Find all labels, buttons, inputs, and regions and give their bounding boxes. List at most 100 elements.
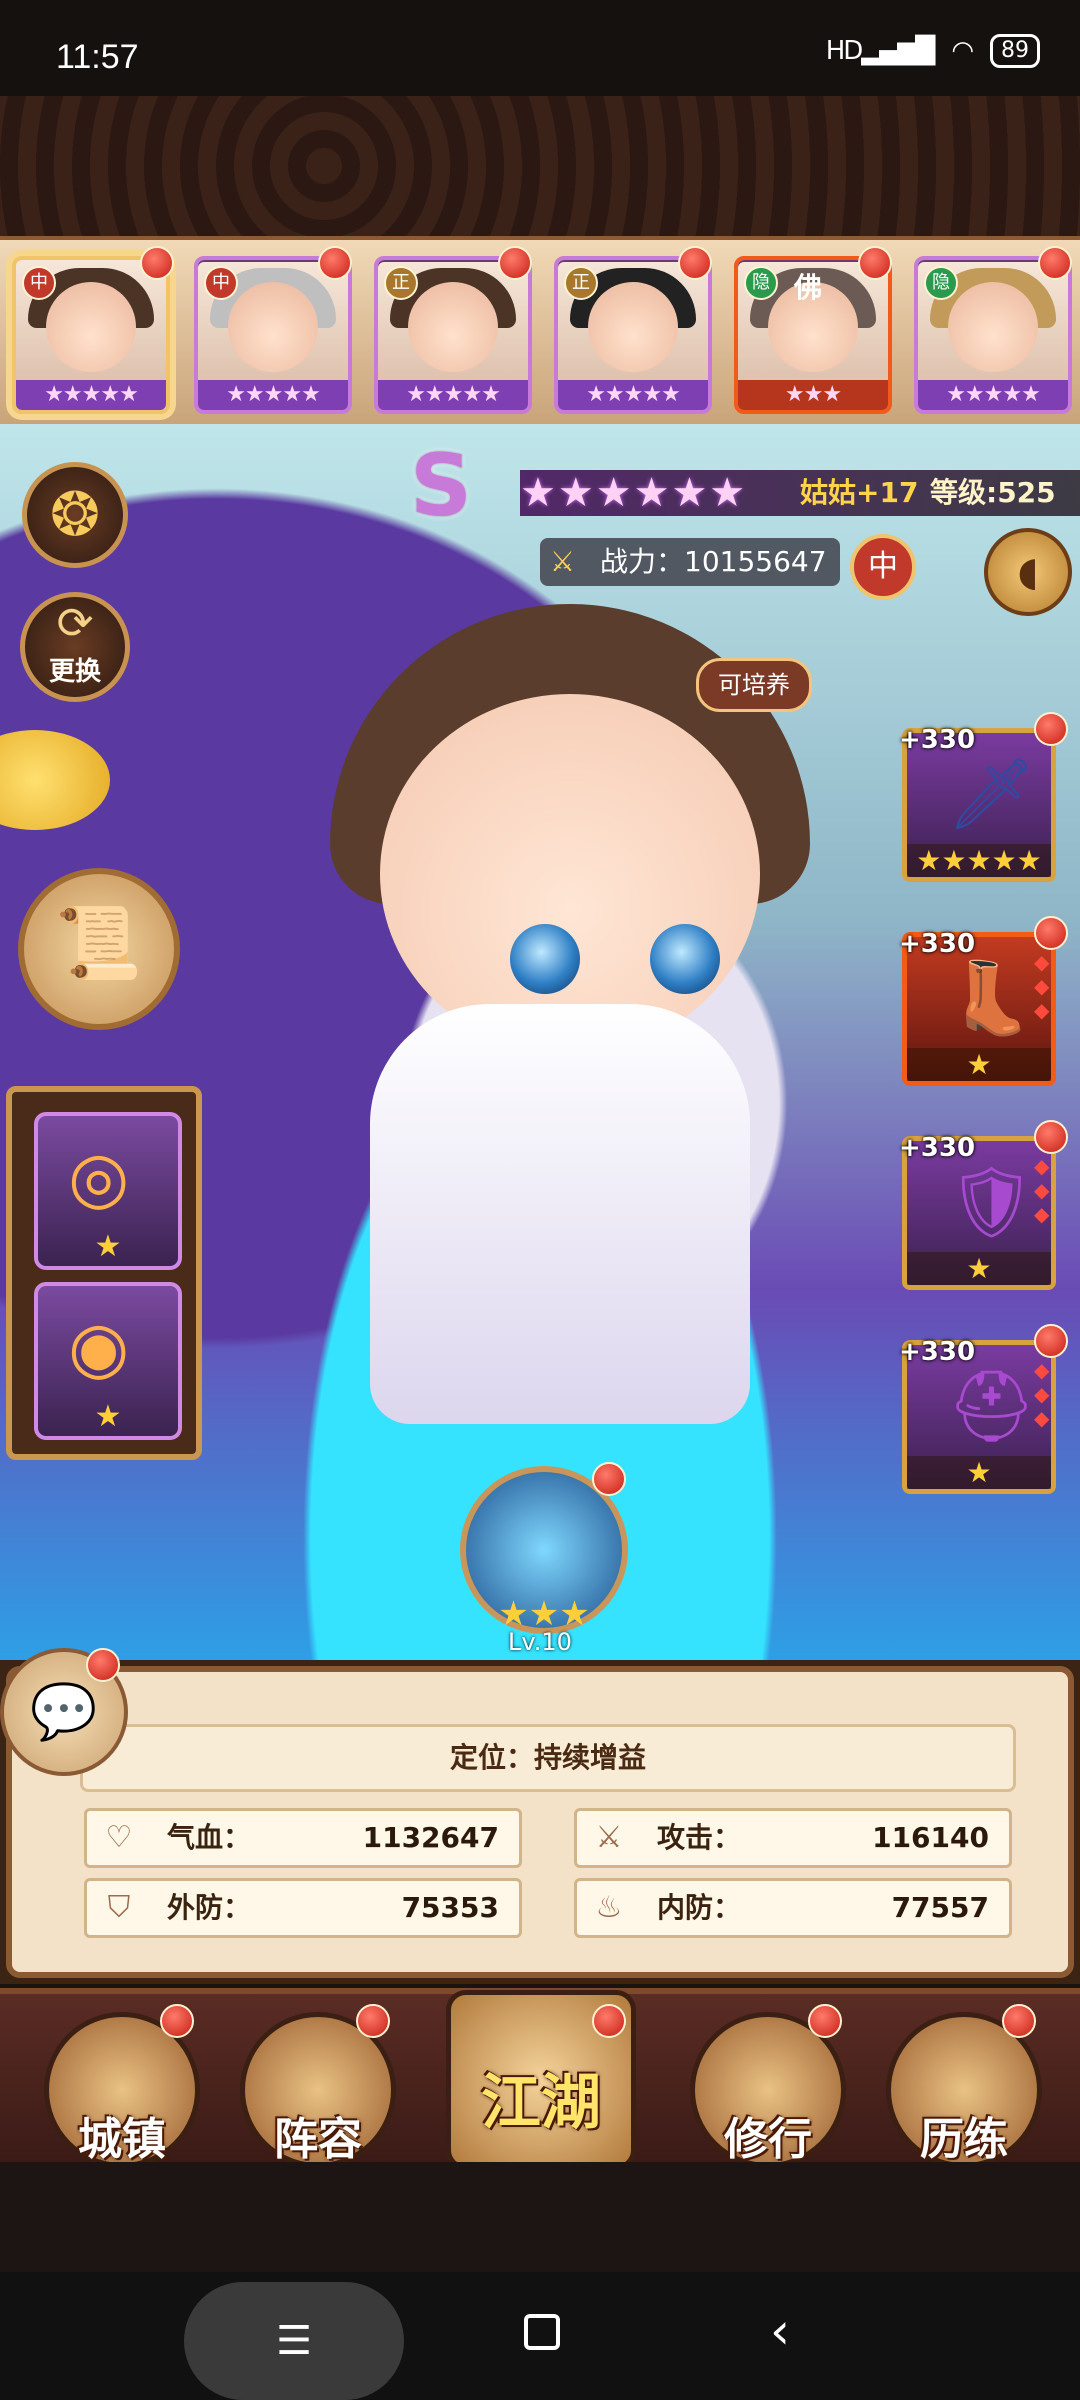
- attack-icon: ⚔: [595, 1820, 623, 1855]
- heart-icon: ♡: [105, 1820, 133, 1855]
- hero-card[interactable]: 正 ★★★★★: [554, 256, 712, 414]
- hero-portrait: [228, 282, 318, 372]
- equip-slot-boots[interactable]: 👢 +330 ★: [899, 929, 1056, 1086]
- faction-badge: 隐: [744, 266, 778, 300]
- hero-portrait: [408, 282, 498, 372]
- skill-level: Lv.10: [508, 1628, 572, 1656]
- combat-power: ⚔ 战力：10155647: [540, 538, 840, 586]
- system-navigation-bar: ☰ ‹: [0, 2272, 1080, 2400]
- trainable-button[interactable]: 可培养: [696, 658, 812, 712]
- hero-stars: ★★★★★: [558, 380, 708, 410]
- signal-icon: HD▂▄▆█: [825, 36, 936, 66]
- voice-button[interactable]: ◖: [984, 528, 1072, 616]
- hero-stars: ★★★★★: [198, 380, 348, 410]
- hero-roster: 中 ★★★★★ 中 ★★★★★ 正 ★★★★★ 正 ★★★★★ 隐 佛 ★★★ …: [0, 236, 1080, 428]
- notification-dot: [1038, 246, 1072, 280]
- shield-icon: ⛉: [107, 1890, 131, 1925]
- crossed-swords-icon: ⚔: [550, 545, 576, 578]
- status-bar: 11:57 HD▂▄▆█ ◠ 89: [0, 0, 1080, 96]
- switch-label: 更换: [48, 657, 101, 687]
- stat-hp: ♡ 气血： 1132647: [84, 1808, 522, 1868]
- gem-indicators: ◆ ◆ ◆: [1034, 1358, 1050, 1430]
- treasure-slot-amulet[interactable]: ◉ ★: [34, 1282, 182, 1440]
- sword-icon: 🗡: [947, 753, 1036, 835]
- hero-card[interactable]: 中 ★★★★★: [12, 256, 170, 414]
- stat-outer-defense: ⛉ 外防： 75353: [84, 1878, 522, 1938]
- equip-slot-helmet[interactable]: ⛑ +330 ★: [899, 1337, 1056, 1494]
- switch-hero-button[interactable]: ⟳ 更换: [20, 592, 130, 702]
- notification-dot: [858, 246, 892, 280]
- wifi-icon: ◠: [951, 36, 974, 66]
- notification-dot: [678, 246, 712, 280]
- notification-dot: [592, 1462, 626, 1496]
- role-label: 定位：持续增益: [80, 1724, 1016, 1792]
- back-button[interactable]: ‹: [770, 2302, 790, 2360]
- notification-dot: [318, 246, 352, 280]
- notification-dot: [356, 2004, 390, 2038]
- hero-stars: ★★★★★: [918, 380, 1068, 410]
- stats-panel: 定位：持续增益 ♡ 气血： 1132647 ⚔ 攻击： 116140 ⛉ 外防：…: [0, 1660, 1080, 1984]
- hero-stars: ★★★★★: [378, 380, 528, 410]
- hero-card[interactable]: 正 ★★★★★: [374, 256, 532, 414]
- notification-dot: [86, 1648, 120, 1682]
- emblem-icon: ❂: [49, 480, 101, 550]
- notification-dot: [160, 2004, 194, 2038]
- notification-dot: [1002, 2004, 1036, 2038]
- gem-indicators: ◆ ◆ ◆: [1034, 950, 1050, 1022]
- grade-badge: S: [410, 436, 472, 536]
- emblem-button[interactable]: ❂: [22, 462, 128, 568]
- amulet-icon: ◉: [68, 1306, 130, 1388]
- equip-slot-armor[interactable]: 🛡 +330 ★: [899, 1133, 1056, 1290]
- hero-star-rating: ★★★★★★: [520, 470, 748, 516]
- ring-icon: ◎: [68, 1136, 130, 1218]
- faction-badge: 隐: [924, 266, 958, 300]
- notification-dot: [140, 246, 174, 280]
- scroll-icon: 📜: [55, 902, 143, 984]
- faction-badge: 正: [384, 266, 418, 300]
- faction-badge: 中: [22, 266, 56, 300]
- hero-faction-badge: 中: [850, 534, 916, 600]
- notification-dot: [1034, 1120, 1068, 1154]
- status-icons: HD▂▄▆█ ◠ 89: [826, 34, 1040, 68]
- buddha-badge: 佛: [794, 271, 823, 304]
- faction-badge: 中: [204, 266, 238, 300]
- hero-stars: ★★★: [738, 380, 888, 410]
- notification-dot: [498, 246, 532, 280]
- menu-icon: ☰: [276, 2318, 312, 2364]
- hero-stars: ★★★★★: [16, 380, 166, 410]
- faction-badge: 正: [564, 266, 598, 300]
- hero-portrait: [948, 282, 1038, 372]
- hero-level: 等级:525: [930, 476, 1056, 509]
- equip-slot-weapon[interactable]: 🗡 +330 ★★★★★: [899, 725, 1056, 882]
- notification-dot: [592, 2004, 626, 2038]
- hero-card[interactable]: 隐 佛 ★★★: [734, 256, 892, 414]
- notification-dot: [1034, 1324, 1068, 1358]
- recents-button[interactable]: ☰: [184, 2282, 404, 2400]
- notification-dot: [1034, 916, 1068, 950]
- clock: 11:57: [56, 38, 139, 76]
- bottom-margin: [0, 2162, 1080, 2272]
- refresh-icon: ⟳: [56, 598, 94, 649]
- bottom-nav: 城镇 阵容 江湖 修行 历练: [0, 1988, 1080, 2170]
- stat-inner-defense: ♨ 内防： 77557: [574, 1878, 1012, 1938]
- hero-card[interactable]: 隐 ★★★★★: [914, 256, 1072, 414]
- stat-attack: ⚔ 攻击： 116140: [574, 1808, 1012, 1868]
- back-icon: ‹: [770, 2302, 790, 2360]
- top-ornament: [0, 96, 1080, 236]
- flame-icon: ♨: [595, 1890, 623, 1925]
- gem-indicators: ◆ ◆ ◆: [1034, 1154, 1050, 1226]
- boots-icon: 👢: [947, 957, 1035, 1039]
- scroll-button[interactable]: 📜: [18, 868, 180, 1030]
- treasure-slot-ring[interactable]: ◎ ★: [34, 1112, 182, 1270]
- hero-portrait: [588, 282, 678, 372]
- speaker-icon: ◖: [1017, 549, 1039, 595]
- battery-icon: 89: [990, 34, 1040, 68]
- notification-dot: [1034, 712, 1068, 746]
- helmet-icon: ⛑: [947, 1365, 1036, 1447]
- hero-name: 姑姑+17: [800, 476, 919, 509]
- hero-card[interactable]: 中 ★★★★★: [194, 256, 352, 414]
- armor-icon: 🛡: [947, 1161, 1036, 1243]
- home-button[interactable]: [524, 2314, 560, 2350]
- treasure-panel: ◎ ★ ◉ ★: [6, 1086, 202, 1460]
- notification-dot: [808, 2004, 842, 2038]
